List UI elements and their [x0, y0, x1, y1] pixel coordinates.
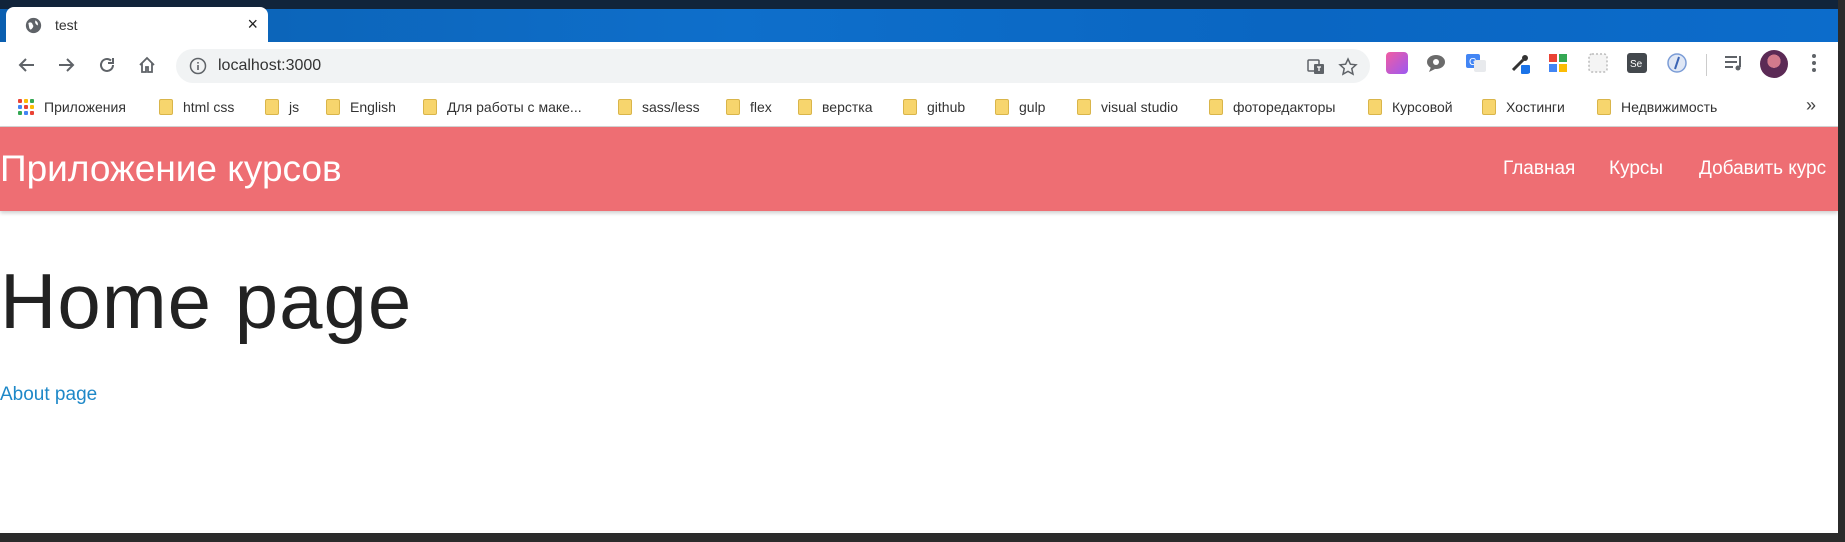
browser-window: test × G Se [0, 0, 1838, 533]
folder-icon [1209, 99, 1223, 115]
bookmark-label: js [289, 99, 300, 115]
folder-icon [798, 99, 812, 115]
home-button[interactable] [134, 52, 160, 78]
bookmark-label: gulp [1019, 99, 1046, 115]
bookmark-label: Хостинги [1506, 99, 1565, 115]
globe-icon [25, 17, 42, 34]
bookmark-label: visual studio [1101, 99, 1179, 115]
bookmark-folder[interactable]: верстка [798, 96, 872, 118]
bookmark-folder[interactable]: github [903, 96, 965, 118]
bookmark-folder[interactable]: gulp [995, 96, 1045, 118]
bookmark-label: Курсовой [1392, 99, 1453, 115]
browser-toolbar: G Se [0, 42, 1838, 88]
tab-strip: test × [0, 0, 1838, 42]
bookmarks-overflow-icon[interactable]: » [1806, 95, 1816, 116]
close-tab-icon[interactable]: × [247, 14, 258, 34]
bookmark-folder[interactable]: visual studio [1077, 96, 1178, 118]
nav-link-home[interactable]: Главная [1503, 158, 1575, 180]
extension-selenium-icon[interactable]: Se [1626, 52, 1648, 74]
bookmark-folder[interactable]: Для работы с маке... [423, 96, 582, 118]
bookmark-apps[interactable]: Приложения [18, 96, 126, 118]
extension-chat-icon[interactable] [1425, 52, 1447, 74]
bookmark-label: sass/less [642, 99, 700, 115]
address-bar[interactable] [176, 49, 1370, 83]
bookmarks-bar: Приложения html css js English Для работ… [0, 88, 1838, 127]
bookmark-label: верстка [822, 99, 873, 115]
extension-dashed-icon[interactable] [1587, 52, 1609, 74]
folder-icon [1597, 99, 1611, 115]
nav-link-add-course[interactable]: Добавить курс [1699, 158, 1826, 180]
extension-colorpicker-icon[interactable] [1509, 52, 1531, 74]
folder-icon [265, 99, 279, 115]
folder-icon [726, 99, 740, 115]
folder-icon [1368, 99, 1382, 115]
bookmark-label: фоторедакторы [1233, 99, 1336, 115]
back-button[interactable] [14, 52, 40, 78]
folder-icon [326, 99, 340, 115]
url-input[interactable] [218, 54, 1118, 78]
bookmark-folder[interactable]: Хостинги [1482, 96, 1565, 118]
translate-icon[interactable] [1306, 57, 1326, 77]
folder-icon [1077, 99, 1091, 115]
folder-icon [1482, 99, 1496, 115]
folder-icon [903, 99, 917, 115]
arrow-right-icon [59, 58, 75, 72]
bookmark-label: English [350, 99, 396, 115]
bookmark-folder[interactable]: фоторедакторы [1209, 96, 1335, 118]
brand-logo[interactable]: Приложение курсов [0, 148, 342, 190]
extension-grid-icon[interactable] [1547, 52, 1569, 74]
folder-icon [423, 99, 437, 115]
page-heading: Home page [0, 257, 413, 345]
bookmark-folder[interactable]: English [326, 96, 396, 118]
reload-icon [100, 57, 114, 72]
extension-gradient-icon[interactable] [1386, 52, 1408, 74]
bookmark-label: github [927, 99, 966, 115]
star-icon[interactable] [1338, 57, 1358, 77]
menu-kebab-icon[interactable] [1803, 52, 1825, 74]
profile-avatar[interactable] [1760, 50, 1788, 78]
bookmark-label: Приложения [44, 99, 126, 115]
folder-icon [159, 99, 173, 115]
forward-button[interactable] [53, 52, 79, 78]
bookmark-folder[interactable]: flex [726, 96, 772, 118]
bookmark-folder[interactable]: html css [159, 96, 234, 118]
extension-google-translate-icon[interactable]: G [1465, 52, 1487, 74]
bookmark-folder[interactable]: Недвижимость [1597, 96, 1717, 118]
info-icon[interactable] [189, 57, 207, 75]
about-page-link[interactable]: About page [0, 384, 97, 406]
bookmark-folder[interactable]: Курсовой [1368, 96, 1453, 118]
apps-grid-icon [18, 99, 34, 115]
bookmark-label: Недвижимость [1621, 99, 1718, 115]
svg-text:Se: Se [1630, 59, 1643, 70]
folder-icon [995, 99, 1009, 115]
media-queue-icon[interactable] [1723, 52, 1745, 74]
bookmark-folder[interactable]: sass/less [618, 96, 700, 118]
page-viewport: Приложение курсов Главная Курсы Добавить… [0, 127, 1838, 533]
window-frame-bottom [0, 533, 1845, 542]
bookmark-label: flex [750, 99, 772, 115]
toolbar-divider [1706, 54, 1707, 76]
arrow-left-icon [18, 58, 34, 72]
bookmark-label: Для работы с маке... [447, 99, 582, 115]
window-frame-right [1838, 0, 1845, 542]
app-navbar: Приложение курсов Главная Курсы Добавить… [0, 127, 1838, 211]
tab-title: test [55, 17, 78, 33]
reload-button[interactable] [94, 52, 120, 78]
home-icon [139, 56, 155, 73]
nav-link-courses[interactable]: Курсы [1609, 158, 1663, 180]
bookmark-label: html css [183, 99, 235, 115]
bookmark-folder[interactable]: js [265, 96, 299, 118]
folder-icon [618, 99, 632, 115]
browser-tab[interactable]: test × [6, 7, 268, 42]
extension-circle-icon[interactable] [1666, 52, 1688, 74]
